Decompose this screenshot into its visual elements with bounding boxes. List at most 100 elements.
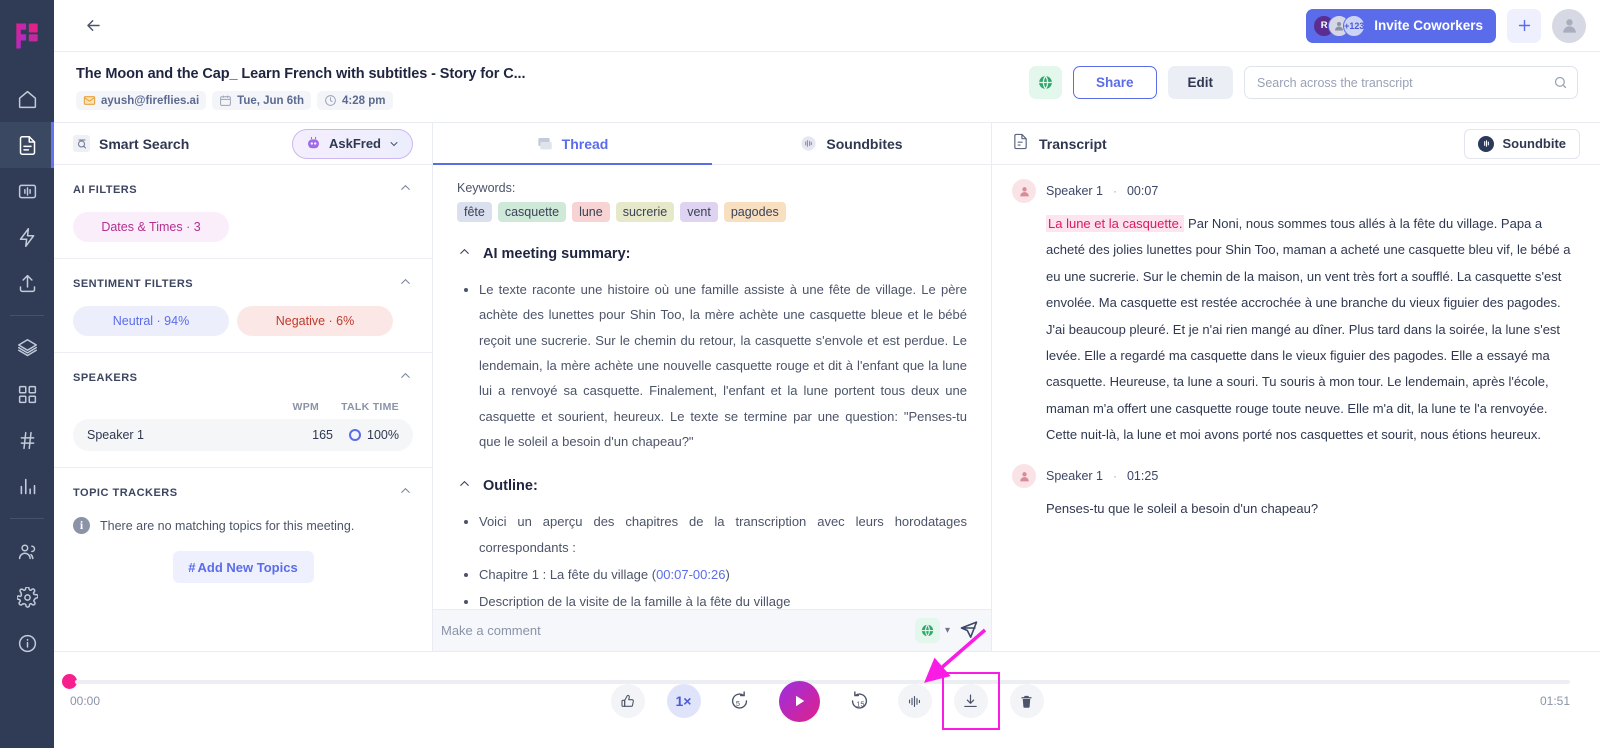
transcript-pane: Transcript Soundbite Speaker 1 · 00:07 L… — [992, 123, 1600, 651]
speaker-row[interactable]: Speaker 1 165 100% — [73, 419, 413, 451]
sidebar-item-notes[interactable] — [0, 122, 54, 168]
transcript-speaker[interactable]: Speaker 1 — [1046, 469, 1103, 483]
smart-search-label: Smart Search — [99, 135, 190, 152]
sidebar-item-settings[interactable] — [0, 574, 54, 620]
rewind-5-button[interactable]: 5 — [723, 684, 757, 718]
keyword-chip[interactable]: casquette — [497, 202, 567, 222]
delete-button[interactable] — [1009, 684, 1044, 718]
share-button[interactable]: Share — [1072, 66, 1157, 99]
ai-summary-title: AI meeting summary: — [483, 246, 631, 262]
topic-trackers-section: TOPIC TRACKERS i There are no matching t… — [54, 468, 432, 599]
content-panes: Smart Search AskFred AI FILTERS Dates & … — [54, 123, 1600, 652]
trash-icon — [1021, 695, 1032, 708]
filter-chip-dates-times[interactable]: Dates & Times · 3 — [73, 212, 229, 242]
timestamp-link[interactable]: 00:07-00:26 — [656, 567, 725, 582]
keywords-label: Keywords: — [457, 181, 516, 195]
sidebar-item-team[interactable] — [0, 528, 54, 574]
chevron-up-icon[interactable] — [457, 476, 472, 496]
thread-pane: Thread Soundbites Keywords: fête casquet… — [433, 123, 992, 651]
sentiment-filters-header[interactable]: SENTIMENT FILTERS — [73, 274, 413, 294]
keyword-chip[interactable]: fête — [457, 202, 492, 222]
askfred-robot-icon — [305, 136, 322, 151]
transcript-text[interactable]: Penses-tu que le soleil a besoin d'un ch… — [1046, 496, 1578, 522]
chevron-up-icon[interactable] — [457, 244, 472, 264]
sidebar-item-soundbites[interactable] — [0, 168, 54, 214]
transcript-timestamp[interactable]: 00:07 — [1127, 184, 1158, 198]
tab-thread[interactable]: Thread — [433, 123, 712, 165]
sidebar-item-analytics[interactable] — [0, 463, 54, 509]
filter-chip-negative[interactable]: Negative · 6% — [237, 306, 393, 336]
speaker-talk-time: 100% — [349, 428, 399, 442]
transcript-block: Speaker 1 · 01:25 Penses-tu que le solei… — [1012, 464, 1578, 522]
thumbs-up-button[interactable] — [610, 684, 645, 718]
outline-list: Voici un aperçu des chapitres de la tran… — [479, 509, 967, 609]
sidebar-item-apps[interactable] — [0, 371, 54, 417]
topic-trackers-title: TOPIC TRACKERS — [73, 487, 178, 499]
player-controls: 1× 5 15 — [54, 672, 1600, 730]
meeting-meta: ayush@fireflies.ai Tue, Jun 6th 4:28 pm — [76, 91, 525, 110]
sidebar-item-channels[interactable] — [0, 417, 54, 463]
no-topics-text: There are no matching topics for this me… — [100, 518, 355, 533]
chevron-down-icon[interactable]: ▾ — [945, 625, 950, 636]
invite-coworkers-button[interactable]: R +123 Invite Coworkers — [1306, 8, 1496, 43]
ai-summary-header[interactable]: AI meeting summary: — [457, 244, 967, 264]
sidebar-item-layers[interactable] — [0, 325, 54, 371]
filter-chip-neutral[interactable]: Neutral · 94% — [73, 306, 229, 336]
outline-header[interactable]: Outline: — [457, 476, 967, 496]
owner-email-chip[interactable]: ayush@fireflies.ai — [76, 91, 207, 110]
ai-filters-header[interactable]: AI FILTERS — [73, 180, 413, 200]
thread-icon — [537, 136, 553, 152]
chevron-up-icon[interactable] — [398, 274, 413, 294]
transcript-header: Transcript Soundbite — [992, 123, 1600, 165]
transcript-block-meta: Speaker 1 · 01:25 — [1012, 464, 1578, 489]
sidebar-item-home[interactable] — [0, 76, 54, 122]
sidebar-item-automation[interactable] — [0, 214, 54, 260]
waveform-button[interactable] — [897, 684, 932, 718]
keyword-chip[interactable]: vent — [680, 202, 718, 222]
info-icon: i — [73, 517, 90, 534]
meeting-time-chip[interactable]: 4:28 pm — [317, 91, 393, 110]
user-avatar[interactable] — [1552, 8, 1586, 43]
forward-15-button[interactable]: 15 — [842, 684, 876, 718]
speakers-section: SPEAKERS WPM TALK TIME Speaker 1 165 100… — [54, 353, 432, 468]
meeting-date-chip[interactable]: Tue, Jun 6th — [212, 91, 312, 110]
chevron-up-icon[interactable] — [398, 368, 413, 388]
transcript-speaker[interactable]: Speaker 1 — [1046, 184, 1103, 198]
transcript-timestamp[interactable]: 01:25 — [1127, 469, 1158, 483]
sidebar-item-upload[interactable] — [0, 260, 54, 306]
playback-speed-button[interactable]: 1× — [666, 684, 701, 718]
chevron-up-icon[interactable] — [398, 180, 413, 200]
chevron-up-icon[interactable] — [398, 483, 413, 503]
add-button[interactable] — [1507, 8, 1541, 43]
search-icon — [1553, 75, 1568, 95]
fireflies-logo[interactable] — [9, 18, 45, 54]
tab-soundbites[interactable]: Soundbites — [712, 123, 991, 164]
user-icon — [1562, 19, 1576, 33]
askfred-button[interactable]: AskFred — [291, 128, 413, 159]
svg-text:15: 15 — [856, 700, 864, 709]
topic-trackers-header[interactable]: TOPIC TRACKERS — [73, 483, 413, 503]
add-new-topics-button[interactable]: # Add New Topics — [172, 551, 314, 583]
play-button[interactable] — [778, 680, 820, 722]
calendar-icon — [220, 95, 232, 106]
send-icon[interactable] — [959, 618, 979, 643]
download-button[interactable] — [941, 672, 1000, 730]
language-button[interactable] — [1028, 66, 1062, 99]
media-player: 00:00 1× 5 15 01:51 — [54, 652, 1600, 748]
keyword-chip[interactable]: pagodes — [723, 202, 786, 222]
comment-input[interactable] — [441, 623, 915, 638]
search-input[interactable] — [1244, 66, 1578, 99]
back-button[interactable] — [76, 9, 110, 43]
create-soundbite-button[interactable]: Soundbite — [1464, 128, 1580, 159]
sidebar-item-help[interactable] — [0, 620, 54, 666]
transcript-block: Speaker 1 · 00:07 La lune et la casquett… — [1012, 179, 1578, 448]
transcript-text[interactable]: La lune et la casquette. Par Noni, nous … — [1046, 211, 1578, 448]
keyword-chip[interactable]: sucrerie — [615, 202, 675, 222]
speakers-header[interactable]: SPEAKERS — [73, 368, 413, 388]
meeting-time-label: 4:28 pm — [342, 94, 386, 107]
comment-language-icon[interactable] — [914, 618, 940, 643]
edit-button[interactable]: Edit — [1167, 66, 1233, 99]
keyword-chip[interactable]: lune — [572, 202, 610, 222]
globe-icon — [1039, 75, 1052, 90]
list-item: Le texte raconte une histoire où une fam… — [479, 277, 967, 454]
